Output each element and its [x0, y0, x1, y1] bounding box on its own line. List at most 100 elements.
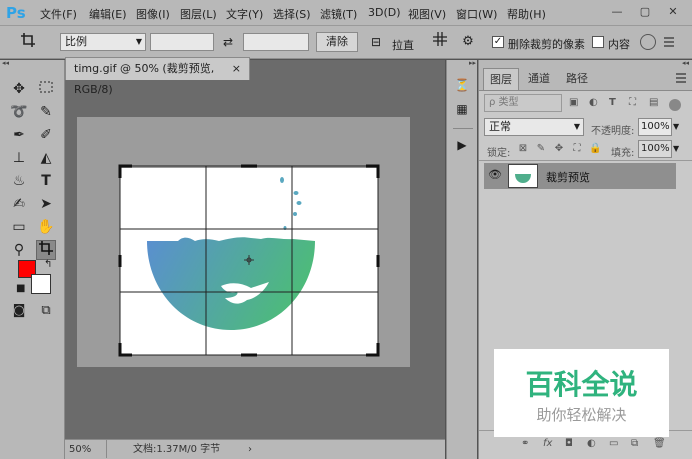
width-field[interactable]: [150, 33, 214, 51]
layer-name[interactable]: 裁剪预览: [546, 169, 590, 185]
clear-button[interactable]: 清除: [316, 32, 358, 52]
menu-window[interactable]: 窗口(W): [456, 6, 497, 22]
hand-icon[interactable]: ✋: [36, 217, 56, 237]
close-window-button[interactable]: ✕: [664, 4, 682, 20]
path-select-icon[interactable]: ➤: [36, 194, 56, 214]
delete-cropped-label: 删除裁剪的像素: [508, 38, 585, 51]
text-icon[interactable]: T: [36, 171, 56, 191]
swap-icon[interactable]: ⇄: [218, 32, 238, 52]
height-field[interactable]: [243, 33, 309, 51]
ratio-select[interactable]: 比例 ▼: [60, 33, 146, 51]
default-colors-icon[interactable]: ■: [16, 283, 25, 294]
mask-icon[interactable]: ◘: [565, 438, 573, 449]
tab-layers[interactable]: 图层: [483, 68, 519, 90]
menu-layer[interactable]: 图层(L): [180, 6, 217, 22]
menu-3d[interactable]: 3D(D): [368, 6, 401, 19]
filter-adjust-icon[interactable]: ◐: [589, 97, 598, 108]
properties-icon[interactable]: ▦: [451, 98, 473, 120]
menu-filter[interactable]: 滤镜(T): [320, 6, 357, 22]
collapse-icon[interactable]: ◂◂: [2, 60, 63, 67]
move-icon[interactable]: ✥: [9, 79, 29, 99]
chevron-down-icon[interactable]: ▼: [673, 122, 679, 131]
history-icon[interactable]: ⏳: [451, 74, 473, 96]
divider: [453, 128, 473, 129]
rectangle-icon[interactable]: ▭: [9, 217, 29, 237]
divider: [479, 160, 692, 161]
play-icon[interactable]: ▶: [451, 134, 473, 156]
lock-brush-icon[interactable]: ✎: [535, 143, 547, 155]
menu-file[interactable]: 文件(F): [40, 6, 77, 22]
expand-icon[interactable]: ▸▸: [449, 60, 476, 67]
quick-mask-icon[interactable]: ◙: [9, 301, 29, 321]
filter-shape-icon[interactable]: ⛶: [629, 97, 636, 108]
opacity-field[interactable]: 100%: [638, 118, 672, 136]
filter-pixel-icon[interactable]: ▣: [569, 97, 578, 108]
paint-bucket-icon[interactable]: ♨: [9, 171, 29, 191]
link-icon[interactable]: ⚭: [521, 438, 529, 449]
panel-collapse-icon[interactable]: ◂◂: [479, 60, 692, 67]
menu-view[interactable]: 视图(V): [408, 6, 446, 22]
straighten-label[interactable]: 拉直: [392, 37, 414, 53]
help-icon[interactable]: [640, 34, 656, 50]
close-tab-icon[interactable]: ×: [232, 58, 241, 79]
tab-channels[interactable]: 通道: [521, 68, 557, 90]
ratio-select-value: 比例: [65, 35, 87, 48]
restore-button[interactable]: ▢: [636, 4, 654, 20]
menu-image[interactable]: 图像(I): [136, 6, 170, 22]
background-color-swatch[interactable]: [31, 274, 51, 294]
panel-menu-icon[interactable]: [662, 35, 676, 49]
lasso-icon[interactable]: ➰: [9, 102, 29, 122]
trash-icon[interactable]: 🗑: [653, 438, 666, 449]
zoom-icon[interactable]: ⚲: [9, 240, 29, 260]
lock-position-icon[interactable]: ✥: [553, 143, 565, 155]
panel-menu-icon[interactable]: [675, 72, 689, 86]
menu-type[interactable]: 文字(Y): [226, 6, 263, 22]
filter-toggle-icon[interactable]: [669, 99, 681, 111]
content-aware-checkbox[interactable]: [592, 36, 604, 48]
fx-icon[interactable]: fx: [543, 438, 552, 449]
lock-all-icon[interactable]: 🔒: [589, 143, 601, 155]
minimize-button[interactable]: —: [608, 4, 626, 20]
lock-transparent-icon[interactable]: ⊠: [517, 143, 529, 155]
pen-icon[interactable]: ✍: [9, 194, 29, 214]
menu-help[interactable]: 帮助(H): [507, 6, 546, 22]
canvas[interactable]: [65, 60, 445, 440]
water-drop: [296, 201, 302, 205]
document-tab[interactable]: timg.gif @ 50% (裁剪预览, RGB/8) ×: [65, 57, 250, 96]
tab-paths[interactable]: 路径: [559, 68, 595, 90]
magic-wand-icon[interactable]: ✎: [36, 102, 56, 122]
brush-icon[interactable]: ✐: [36, 125, 56, 145]
layer-filter-select[interactable]: ρ 类型: [484, 94, 562, 112]
straighten-icon[interactable]: ⊟: [366, 32, 386, 52]
lock-artboard-icon[interactable]: ⛶: [571, 143, 583, 155]
app-logo: Ps: [6, 4, 26, 22]
eraser-icon[interactable]: ◭: [36, 148, 56, 168]
group-icon[interactable]: ▭: [609, 438, 618, 449]
marquee-icon[interactable]: [36, 79, 56, 99]
filter-text-icon[interactable]: T: [609, 97, 616, 108]
zoom-level[interactable]: 50%: [69, 440, 107, 458]
filter-smart-icon[interactable]: ▤: [649, 97, 658, 108]
overlay-grid-icon[interactable]: [430, 32, 450, 52]
blend-mode-select[interactable]: 正常 ▼: [484, 118, 584, 136]
gear-icon[interactable]: ⚙: [458, 32, 478, 52]
document-window: [65, 60, 445, 459]
adjustment-icon[interactable]: ◐: [587, 438, 596, 449]
fill-field[interactable]: 100%: [638, 140, 672, 158]
new-layer-icon[interactable]: ⧉: [631, 438, 638, 449]
delete-cropped-checkbox[interactable]: ✓: [492, 36, 504, 48]
menu-select[interactable]: 选择(S): [273, 6, 311, 22]
chevron-down-icon[interactable]: ▼: [673, 144, 679, 153]
chevron-right-icon[interactable]: ›: [248, 440, 252, 459]
screen-mode-icon[interactable]: ⧉: [36, 301, 56, 321]
crop-icon[interactable]: [36, 240, 56, 260]
swap-colors-icon[interactable]: ↰: [44, 259, 52, 270]
stamp-icon[interactable]: ⊥: [9, 148, 29, 168]
filter-label: ρ 类型: [489, 97, 519, 108]
menu-edit[interactable]: 编辑(E): [89, 6, 127, 22]
eyedropper-icon[interactable]: ✒: [9, 125, 29, 145]
content-aware-label: 内容: [608, 38, 630, 51]
layer-row[interactable]: 👁 裁剪预览: [484, 163, 676, 189]
crop-preset-icon[interactable]: [18, 32, 38, 52]
eye-icon[interactable]: 👁: [488, 168, 502, 182]
